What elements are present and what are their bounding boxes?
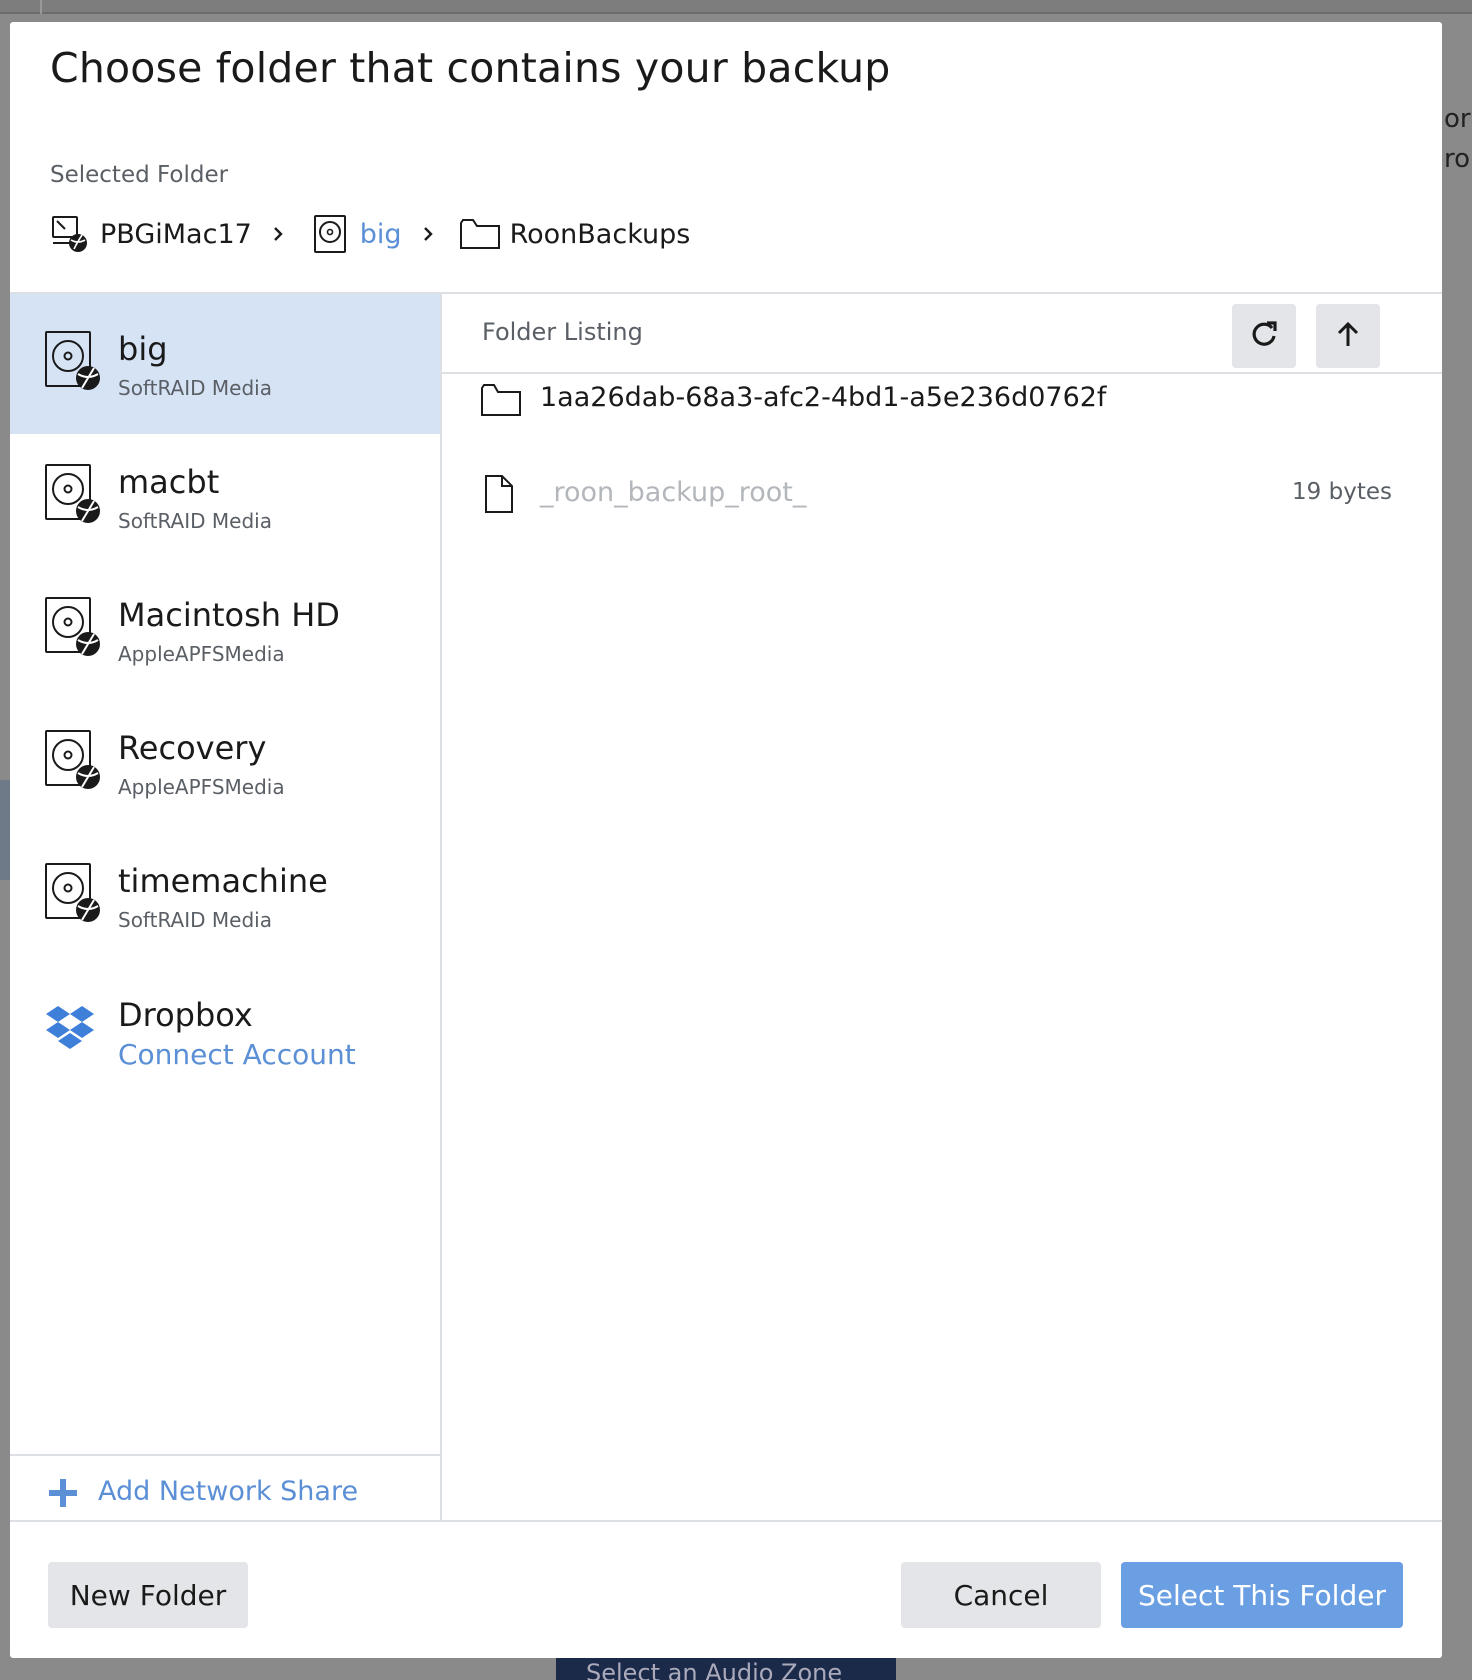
- background-text-fragment: ro: [1444, 144, 1471, 174]
- volume-sidebar: big SoftRAID Media macbt SoftRAID Media: [10, 294, 442, 1520]
- sidebar-item-recovery[interactable]: Recovery AppleAPFSMedia: [10, 693, 440, 833]
- volume-type: SoftRAID Media: [118, 908, 272, 932]
- drive-icon: [44, 596, 102, 658]
- drive-icon: [44, 330, 102, 392]
- arrow-up-icon: [1334, 320, 1362, 352]
- background-divider: [40, 0, 42, 14]
- background-app-bar: [0, 0, 1472, 14]
- file-icon: [480, 473, 524, 517]
- sidebar-item-timemachine[interactable]: timemachine SoftRAID Media: [10, 826, 440, 966]
- volume-type: SoftRAID Media: [118, 509, 272, 533]
- choose-folder-dialog: Choose folder that contains your backup …: [10, 22, 1442, 1658]
- sidebar-item-macbt[interactable]: macbt SoftRAID Media: [10, 427, 440, 567]
- breadcrumb-label: PBGiMac17: [100, 218, 252, 250]
- list-item[interactable]: 1aa26dab-68a3-afc2-4bd1-a5e236d0762f: [442, 370, 1442, 430]
- sidebar-item-big[interactable]: big SoftRAID Media: [10, 294, 440, 434]
- volume-name: Macintosh HD: [118, 596, 340, 634]
- volume-type: AppleAPFSMedia: [118, 642, 285, 666]
- breadcrumb-label: RoonBackups: [509, 218, 691, 250]
- sidebar-item-dropbox[interactable]: Dropbox Connect Account: [10, 960, 440, 1100]
- background-audio-zone-button: Select an Audio Zone: [556, 1656, 896, 1680]
- volume-name: Recovery: [118, 729, 267, 767]
- add-network-share-label: Add Network Share: [98, 1476, 359, 1507]
- sidebar-item-macintosh-hd[interactable]: Macintosh HD AppleAPFSMedia: [10, 560, 440, 700]
- plus-icon: [48, 1478, 78, 1508]
- volume-name: macbt: [118, 463, 220, 501]
- volume-name: timemachine: [118, 862, 328, 900]
- breadcrumb-drive[interactable]: big: [308, 212, 402, 256]
- entry-size: 19 bytes: [1292, 479, 1392, 505]
- connect-account-link[interactable]: Connect Account: [118, 1038, 356, 1071]
- volume-type: SoftRAID Media: [118, 376, 272, 400]
- background-left-strip: [0, 780, 10, 880]
- entry-name: 1aa26dab-68a3-afc2-4bd1-a5e236d0762f: [540, 382, 1107, 413]
- drive-icon: [44, 862, 102, 924]
- list-item[interactable]: _roon_backup_root_ 19 bytes: [442, 465, 1442, 525]
- folder-listing-header: Folder Listing: [442, 294, 1442, 374]
- volume-type: AppleAPFSMedia: [118, 775, 285, 799]
- parent-folder-button[interactable]: [1316, 304, 1380, 368]
- refresh-button[interactable]: [1232, 304, 1296, 368]
- chevron-right-icon: [272, 224, 286, 244]
- dropbox-icon: [44, 996, 102, 1058]
- dialog-title: Choose folder that contains your backup: [50, 44, 891, 92]
- select-folder-button[interactable]: Select This Folder: [1121, 1562, 1403, 1628]
- breadcrumb: PBGiMac17 big RoonBackups: [48, 212, 690, 256]
- volume-name: Dropbox: [118, 996, 253, 1034]
- selected-folder-label: Selected Folder: [50, 162, 229, 188]
- breadcrumb-folder[interactable]: RoonBackups: [458, 212, 691, 256]
- breadcrumb-label: big: [359, 218, 402, 250]
- entry-name: _roon_backup_root_: [540, 477, 807, 508]
- folder-listing-label: Folder Listing: [482, 318, 643, 346]
- drive-icon: [44, 463, 102, 525]
- folder-icon: [480, 378, 524, 422]
- folder-icon: [458, 212, 502, 256]
- new-folder-button[interactable]: New Folder: [48, 1562, 248, 1628]
- drive-icon: [308, 212, 352, 256]
- add-network-share-button[interactable]: Add Network Share: [10, 1454, 440, 1520]
- background-text-fragment: or: [1444, 104, 1471, 134]
- cancel-button[interactable]: Cancel: [901, 1562, 1101, 1628]
- drive-icon: [44, 729, 102, 791]
- divider: [10, 1520, 1442, 1522]
- chevron-right-icon: [422, 224, 436, 244]
- refresh-icon: [1250, 320, 1278, 352]
- volume-name: big: [118, 330, 168, 368]
- computer-icon: [48, 212, 92, 256]
- breadcrumb-computer[interactable]: PBGiMac17: [48, 212, 252, 256]
